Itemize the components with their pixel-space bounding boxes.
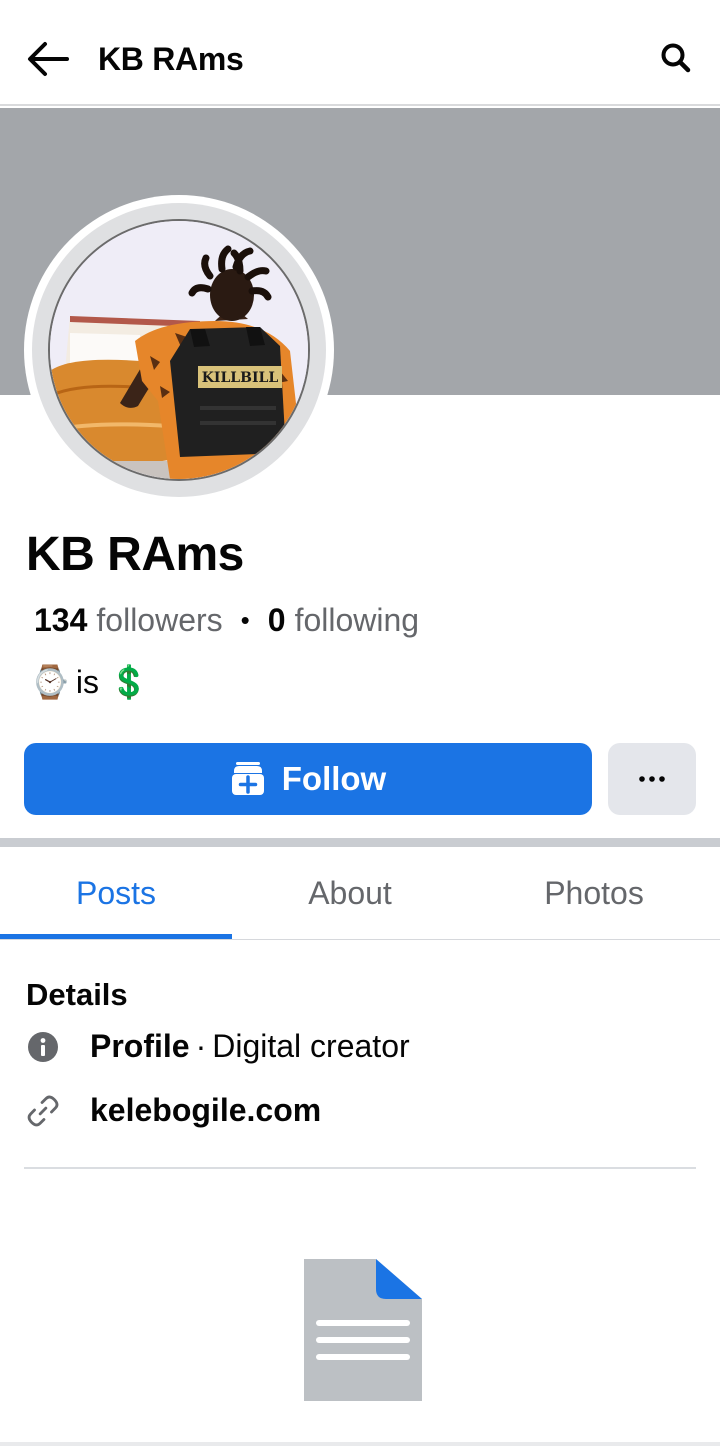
profile-type-label: Profile <box>90 1028 190 1064</box>
link-icon <box>26 1094 60 1128</box>
more-dots-icon <box>639 776 665 782</box>
active-tab-indicator <box>0 934 232 939</box>
tab-about[interactable]: About <box>232 847 468 939</box>
follow-stats: 134 followers • 0 following <box>34 600 419 640</box>
back-arrow-icon <box>28 42 69 76</box>
page-title: KB RAms <box>98 41 244 77</box>
follow-box-icon <box>231 762 264 795</box>
profile-avatar[interactable]: KILLBILL <box>48 219 310 481</box>
avatar-photo: KILLBILL <box>50 221 308 479</box>
follow-button[interactable]: Follow <box>24 743 592 815</box>
stats-separator: • <box>240 605 250 635</box>
website-link[interactable]: kelebogile.com <box>90 1092 321 1129</box>
profile-type-value: Digital creator <box>212 1028 410 1064</box>
watch-emoji: ⌚ <box>30 664 70 700</box>
back-button[interactable] <box>22 34 72 84</box>
tab-posts[interactable]: Posts <box>0 847 232 939</box>
following-label: following <box>294 602 420 638</box>
follow-button-label: Follow <box>281 760 387 797</box>
avatar-vest-text: KILLBILL <box>202 370 279 386</box>
profile-type-separator: · <box>195 1028 207 1064</box>
top-app-bar: KB RAms <box>0 0 720 106</box>
info-icon <box>26 1030 60 1064</box>
bio-text: is <box>75 663 99 700</box>
details-divider <box>24 1167 696 1169</box>
followers-label: followers <box>96 602 223 638</box>
tab-photos[interactable]: Photos <box>468 847 720 939</box>
following-link[interactable]: 0 following <box>268 600 419 640</box>
dollar-emoji: 💲 <box>108 664 149 700</box>
profile-name: KB RAms <box>26 528 244 581</box>
followers-count: 134 <box>34 602 88 638</box>
detail-profile-type: Profile · Digital creator <box>26 1028 410 1065</box>
detail-website[interactable]: kelebogile.com <box>26 1092 321 1129</box>
followers-link[interactable]: 134 followers <box>34 600 223 640</box>
profile-tabs: Posts About Photos <box>0 847 720 940</box>
details-heading: Details <box>26 977 128 1012</box>
bottom-edge <box>0 1442 720 1446</box>
document-icon <box>304 1259 422 1401</box>
more-options-button[interactable] <box>608 743 696 815</box>
profile-bio: ⌚ is 💲 <box>30 660 149 704</box>
avatar-frame: KILLBILL <box>24 195 334 505</box>
section-separator <box>0 838 720 847</box>
search-button[interactable] <box>654 36 698 80</box>
search-icon <box>661 43 691 73</box>
following-count: 0 <box>267 602 286 638</box>
